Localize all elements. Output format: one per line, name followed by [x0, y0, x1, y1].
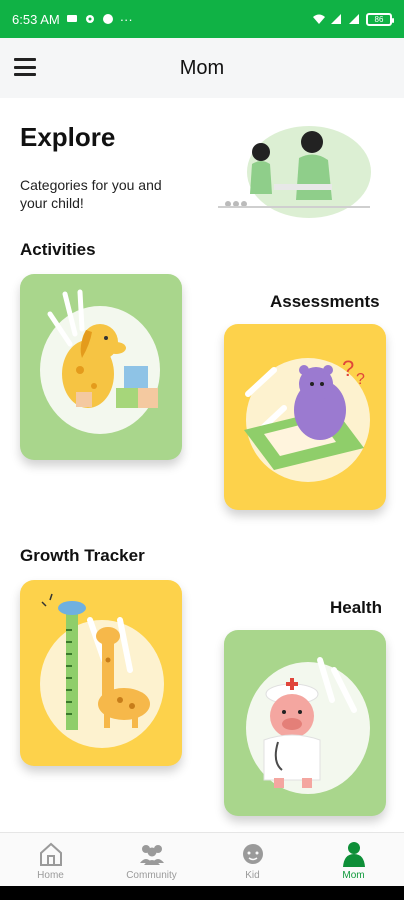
svg-text:?: ?: [342, 356, 354, 381]
nav-home-label: Home: [37, 870, 64, 881]
assessments-card[interactable]: ? ?: [224, 324, 386, 510]
hero-illustration: [214, 124, 374, 224]
system-gesture-bar: [0, 886, 404, 900]
explore-subtitle: Categories for you and your child!: [20, 177, 162, 211]
health-card[interactable]: [224, 630, 386, 816]
signal-icon: [330, 13, 342, 25]
nav-mom-label: Mom: [342, 870, 365, 881]
nav-mom[interactable]: Mom: [303, 833, 404, 886]
explore-title: Explore: [20, 122, 116, 152]
growth-tracker-card[interactable]: [20, 580, 182, 766]
chat-icon: [102, 13, 114, 25]
bottom-navigation: Home Community Kid Mom: [0, 832, 404, 886]
nav-home[interactable]: Home: [0, 833, 101, 886]
kid-icon: [242, 844, 263, 864]
nav-community[interactable]: Community: [101, 833, 202, 886]
svg-text:?: ?: [356, 371, 365, 388]
message-icon: [66, 13, 78, 25]
section-assessments: Assessments: [270, 292, 380, 311]
mom-icon: [342, 842, 365, 867]
nav-community-label: Community: [126, 870, 177, 881]
settings-icon: [84, 13, 96, 25]
section-activities: Activities: [20, 240, 96, 259]
battery-level: 86: [374, 14, 384, 24]
wifi-icon: [312, 13, 325, 25]
home-icon: [39, 842, 62, 866]
nav-kid-label: Kid: [245, 870, 260, 881]
menu-icon[interactable]: [14, 58, 36, 76]
section-growth-tracker: Growth Tracker: [20, 546, 145, 565]
activities-card[interactable]: [20, 274, 182, 460]
nav-kid[interactable]: Kid: [202, 833, 303, 886]
more-notifications-icon: ···: [119, 11, 133, 27]
status-bar: 6:53 AM ··· 86: [0, 0, 404, 38]
community-icon: [139, 845, 164, 865]
main-content: Explore Categories for you and your chil…: [0, 98, 404, 832]
battery-icon: 86: [366, 12, 394, 26]
signal-icon-2: [348, 13, 360, 25]
page-title: Mom: [179, 56, 225, 79]
section-health: Health: [330, 598, 382, 617]
app-bar: Mom: [0, 38, 404, 98]
status-time: 6:53 AM: [12, 11, 60, 27]
